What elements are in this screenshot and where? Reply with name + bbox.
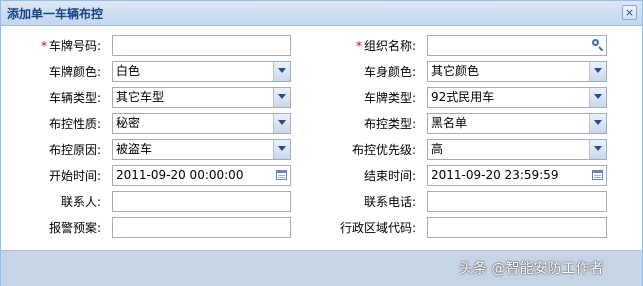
plate-color-select[interactable]: 白色: [112, 61, 291, 82]
chevron-down-icon: [278, 146, 286, 151]
required-mark: *: [355, 39, 362, 53]
control-reason-dropdown-button[interactable]: [273, 140, 290, 159]
plate-type-select[interactable]: 92式民用车: [427, 87, 607, 108]
end-time-picker-button[interactable]: [589, 166, 606, 185]
add-vehicle-control-dialog: 添加单一车辆布控 × * 车牌号码: * 组织名称: 车牌颜色: 白色 车身颜色: …: [0, 0, 643, 286]
alarm-plan-input[interactable]: [112, 217, 291, 238]
plate-number-label: * 车牌号码:: [40, 39, 101, 53]
form-body: * 车牌号码: * 组织名称: 车牌颜色: 白色 车身颜色: 其它颜色 车辆类型: …: [1, 26, 642, 250]
org-name-label: * 组织名称:: [355, 39, 416, 53]
control-nature-dropdown-button[interactable]: [273, 114, 290, 133]
chevron-down-icon: [278, 120, 286, 125]
control-priority-select[interactable]: 高: [427, 139, 607, 160]
plate-color-dropdown-button[interactable]: [273, 62, 290, 81]
chevron-down-icon: [594, 68, 602, 73]
control-reason-label: 布控原因:: [48, 143, 101, 157]
end-time-label: 结束时间:: [363, 169, 416, 183]
vehicle-type-label: 车辆类型:: [48, 91, 101, 105]
control-priority-label: 布控优先级:: [351, 143, 416, 157]
control-type-dropdown-button[interactable]: [589, 114, 606, 133]
chevron-down-icon: [594, 146, 602, 151]
plate-type-dropdown-button[interactable]: [589, 88, 606, 107]
body-color-label: 车身颜色:: [363, 65, 416, 79]
close-icon[interactable]: ×: [622, 5, 637, 20]
control-nature-select[interactable]: 秘密: [112, 113, 291, 134]
plate-type-label: 车牌类型:: [363, 91, 416, 105]
chevron-down-icon: [278, 94, 286, 99]
vehicle-type-select[interactable]: 其它车型: [112, 87, 291, 108]
control-reason-select[interactable]: 被盗车: [112, 139, 291, 160]
chevron-down-icon: [594, 94, 602, 99]
dialog-title: 添加单一车辆布控: [7, 7, 104, 21]
search-icon: [592, 39, 599, 46]
required-mark: *: [40, 39, 47, 53]
control-type-label: 布控类型:: [363, 117, 416, 131]
calendar-icon: [592, 170, 603, 180]
start-time-label: 开始时间:: [48, 169, 101, 183]
chevron-down-icon: [594, 120, 602, 125]
org-search-button[interactable]: [589, 36, 606, 55]
body-color-select[interactable]: 其它颜色: [427, 61, 607, 82]
vehicle-type-dropdown-button[interactable]: [273, 88, 290, 107]
alarm-plan-label: 报警预案:: [48, 221, 101, 235]
control-nature-label: 布控性质:: [48, 117, 101, 131]
contact-phone-input[interactable]: [427, 191, 607, 212]
plate-number-input[interactable]: [112, 35, 291, 56]
contact-person-label: 联系人:: [60, 195, 101, 209]
start-time-input[interactable]: 2011-09-20 00:00:00: [112, 165, 291, 186]
org-name-input[interactable]: [427, 35, 607, 56]
contact-person-input[interactable]: [112, 191, 291, 212]
region-code-label: 行政区域代码:: [339, 221, 416, 235]
end-time-input[interactable]: 2011-09-20 23:59:59: [427, 165, 607, 186]
control-priority-dropdown-button[interactable]: [589, 140, 606, 159]
calendar-icon: [276, 170, 287, 180]
start-time-picker-button[interactable]: [273, 166, 290, 185]
body-color-dropdown-button[interactable]: [589, 62, 606, 81]
contact-phone-label: 联系电话:: [363, 195, 416, 209]
dialog-titlebar[interactable]: 添加单一车辆布控 ×: [1, 1, 642, 26]
watermark-text: 头条 @智能安防工作者: [459, 261, 604, 277]
control-type-select[interactable]: 黑名单: [427, 113, 607, 134]
chevron-down-icon: [278, 68, 286, 73]
plate-color-label: 车牌颜色:: [48, 65, 101, 79]
region-code-input[interactable]: [427, 217, 607, 238]
